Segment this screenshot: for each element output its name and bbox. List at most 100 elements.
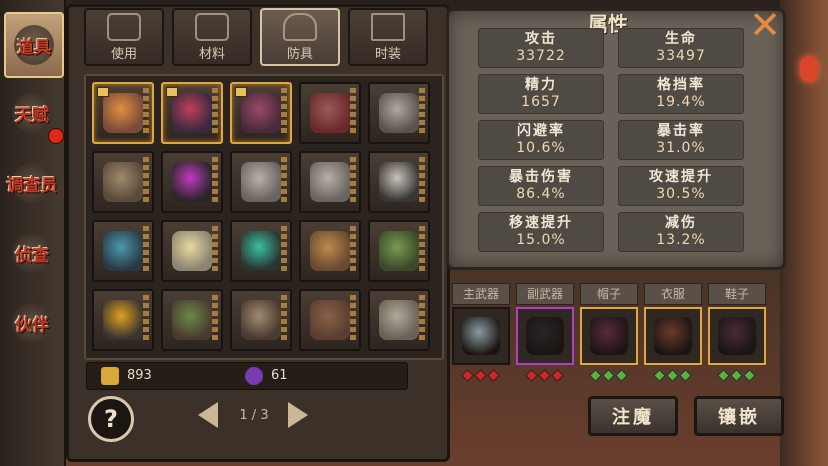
inventory-slot[interactable] bbox=[92, 151, 154, 213]
stat-name: 暴击率 bbox=[657, 123, 705, 139]
inventory-slot[interactable] bbox=[230, 82, 292, 144]
tab-1[interactable]: 材料 bbox=[172, 8, 252, 66]
category-tab-1[interactable]: 天赋 bbox=[4, 82, 64, 144]
tab-3[interactable]: 时装 bbox=[348, 8, 428, 66]
gem-socket-dots bbox=[452, 369, 508, 382]
armor-red-vest-icon bbox=[310, 93, 350, 133]
rarity-stars bbox=[281, 295, 287, 343]
category-tab-label: 道具 bbox=[17, 37, 51, 58]
inventory-tabs: 使用 材料 防具 时装 bbox=[84, 8, 438, 66]
inventory-slot[interactable] bbox=[161, 82, 223, 144]
next-page-button[interactable] bbox=[288, 402, 308, 428]
inventory-slot[interactable] bbox=[299, 151, 361, 213]
help-button[interactable]: ? bbox=[88, 396, 134, 442]
gem-socket-icon bbox=[614, 369, 628, 382]
bottle-icon bbox=[107, 12, 141, 41]
equip-slot-label: 副武器 bbox=[516, 283, 574, 305]
top-hat-icon bbox=[371, 12, 405, 41]
inventory-slot[interactable] bbox=[368, 289, 430, 351]
inventory-slot[interactable] bbox=[368, 82, 430, 144]
inventory-slot[interactable] bbox=[368, 151, 430, 213]
stat-value: 10.6% bbox=[516, 140, 566, 156]
currency-bar: 893 61 bbox=[86, 362, 408, 390]
material-icon bbox=[195, 12, 229, 41]
equip-slot-label: 主武器 bbox=[452, 283, 510, 305]
inventory-slot[interactable] bbox=[92, 82, 154, 144]
stat-value: 13.2% bbox=[656, 232, 706, 248]
equip-slot-4[interactable] bbox=[708, 307, 766, 365]
stat-7: 攻速提升 30.5% bbox=[618, 166, 744, 206]
inventory-slot[interactable] bbox=[230, 220, 292, 282]
stat-2: 精力 1657 bbox=[478, 74, 604, 114]
gem-socket-icon bbox=[460, 369, 474, 382]
gem-socket-dots bbox=[516, 369, 572, 382]
rarity-stars bbox=[143, 226, 149, 274]
inventory-slot[interactable] bbox=[230, 289, 292, 351]
armor-bone-claws-2-icon bbox=[310, 162, 350, 202]
stat-name: 减伤 bbox=[665, 215, 697, 231]
close-button[interactable]: ✕ bbox=[746, 6, 784, 44]
armor-dark-crab-icon bbox=[172, 93, 212, 133]
stat-value: 31.0% bbox=[656, 140, 706, 156]
gem-socket-icon bbox=[588, 369, 602, 382]
equip-slot-label: 帽子 bbox=[580, 283, 638, 305]
inlay-button[interactable]: 镶嵌 bbox=[694, 396, 784, 436]
category-tab-2[interactable]: 调查员 bbox=[4, 152, 60, 214]
inventory-slot[interactable] bbox=[368, 220, 430, 282]
equip-slot-1[interactable] bbox=[516, 307, 574, 365]
lantern-icon bbox=[800, 56, 818, 82]
inventory-slot[interactable] bbox=[299, 289, 361, 351]
armor-skull-mask-icon bbox=[379, 162, 419, 202]
rarity-stars bbox=[143, 88, 149, 136]
inventory-slot[interactable] bbox=[92, 289, 154, 351]
rarity-stars bbox=[419, 157, 425, 205]
gem-socket-dots bbox=[580, 369, 636, 382]
category-tab-4[interactable]: 伙伴 bbox=[4, 292, 60, 354]
stat-name: 攻击 bbox=[525, 31, 557, 47]
equip-slot-0[interactable] bbox=[452, 307, 510, 365]
category-tab-0[interactable]: 道具 bbox=[4, 12, 64, 78]
stat-4: 闪避率 10.6% bbox=[478, 120, 604, 160]
inventory-slot[interactable] bbox=[299, 82, 361, 144]
flag-icon bbox=[235, 87, 247, 97]
stat-name: 攻速提升 bbox=[649, 169, 713, 185]
inventory-slot[interactable] bbox=[92, 220, 154, 282]
gem-socket-icon bbox=[486, 369, 500, 382]
gem-amount: 61 bbox=[271, 368, 288, 383]
armor-diving-helm-icon bbox=[103, 300, 143, 340]
armor-boots-icon bbox=[172, 300, 212, 340]
stat-name: 暴击伤害 bbox=[509, 169, 573, 185]
tab-label: 材料 bbox=[198, 46, 225, 62]
stat-3: 格挡率 19.4% bbox=[618, 74, 744, 114]
armor-bandana-icon bbox=[310, 231, 350, 271]
inventory-slot[interactable] bbox=[161, 220, 223, 282]
previous-page-button[interactable] bbox=[198, 402, 218, 428]
equip-slot-3[interactable] bbox=[644, 307, 702, 365]
gem-socket-icon bbox=[665, 369, 679, 382]
helmet-icon bbox=[283, 12, 317, 41]
gold-amount: 893 bbox=[127, 368, 152, 383]
enchant-button[interactable]: 注魔 bbox=[588, 396, 678, 436]
inventory-slot[interactable] bbox=[230, 151, 292, 213]
armor-black-glove-icon bbox=[172, 162, 212, 202]
inventory-slot[interactable] bbox=[161, 289, 223, 351]
rarity-stars bbox=[143, 157, 149, 205]
rarity-stars bbox=[419, 226, 425, 274]
tab-0[interactable]: 使用 bbox=[84, 8, 164, 66]
gem-socket-icon bbox=[601, 369, 615, 382]
inventory-slot[interactable] bbox=[299, 220, 361, 282]
equip-slot-2[interactable] bbox=[580, 307, 638, 365]
gem-socket-icon bbox=[537, 369, 551, 382]
inventory-slot[interactable] bbox=[161, 151, 223, 213]
tab-2[interactable]: 防具 bbox=[260, 8, 340, 66]
gem-socket-icon bbox=[678, 369, 692, 382]
category-tab-3[interactable]: 侦查 bbox=[4, 222, 60, 284]
rarity-stars bbox=[281, 157, 287, 205]
gem-socket-icon bbox=[550, 369, 564, 382]
stat-5: 暴击率 31.0% bbox=[618, 120, 744, 160]
stat-6: 暴击伤害 86.4% bbox=[478, 166, 604, 206]
gem-socket-dots bbox=[708, 369, 764, 382]
stat-9: 减伤 13.2% bbox=[618, 212, 744, 252]
rarity-stars bbox=[212, 157, 218, 205]
category-tab-label: 侦查 bbox=[15, 245, 49, 266]
